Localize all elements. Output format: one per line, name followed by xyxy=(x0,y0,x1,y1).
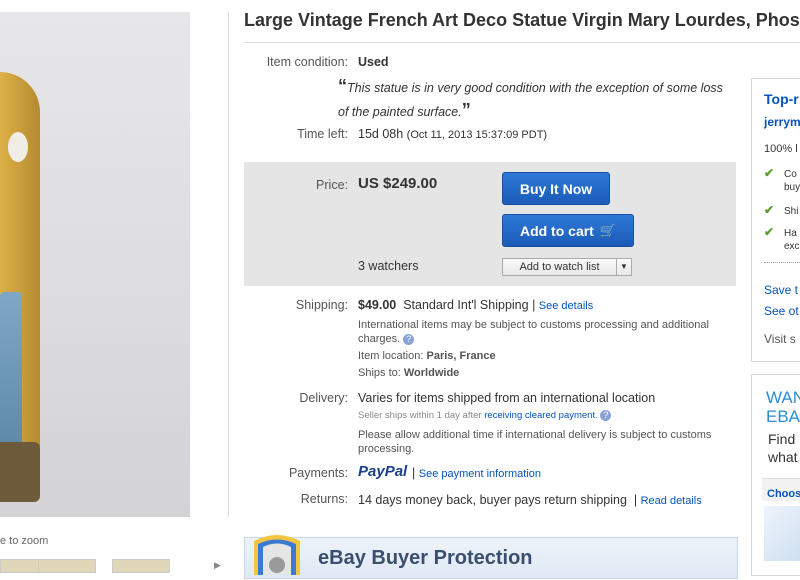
watchers-count: 3 watchers xyxy=(358,259,419,273)
handling-prefix: Seller ships within 1 day after xyxy=(358,410,482,421)
help-icon[interactable]: ? xyxy=(403,334,415,345)
item-title: Large Vintage French Art Deco Statue Vir… xyxy=(244,10,800,30)
read-details-link[interactable]: Read details xyxy=(641,495,702,507)
ad-subtext: Find what xyxy=(768,430,798,466)
seller-point-1: Co xyxy=(784,169,797,180)
photo-frame xyxy=(190,12,229,517)
seller-point-3: Ha xyxy=(784,228,797,239)
handling-time: Seller ships within 1 day after receivin… xyxy=(358,410,612,421)
condition-note-text: This statue is in very good condition wi… xyxy=(338,81,723,119)
see-other-items-link[interactable]: See ot xyxy=(764,304,799,318)
seller-name-link[interactable]: jerrym xyxy=(764,115,800,129)
add-to-cart-button[interactable]: Add to cart 🛒 xyxy=(502,214,634,247)
save-seller-link[interactable]: Save t xyxy=(764,283,798,297)
ad-line-3: Find xyxy=(768,431,796,447)
chevron-down-icon[interactable]: ▼ xyxy=(616,259,631,275)
check-icon: ✔ xyxy=(764,203,775,217)
shipping-cost: $49.00 xyxy=(358,298,397,312)
ad-line-2: EBA xyxy=(766,407,800,426)
time-left-duration: 15d 08h xyxy=(358,127,404,141)
seller-point-1b: buy xyxy=(784,182,800,193)
returns-separator: | xyxy=(633,493,638,507)
title-divider xyxy=(244,42,800,43)
zoom-hint: e to zoom xyxy=(0,535,49,547)
seller-feedback: 100% l xyxy=(764,143,798,155)
ad-headline: WAN EBA xyxy=(766,388,800,426)
ad-image xyxy=(764,506,800,561)
price-value: US $249.00 xyxy=(358,175,438,192)
statue-sash xyxy=(0,292,22,462)
item-location-label: Item location: xyxy=(358,350,424,362)
visit-store-link[interactable]: Visit s xyxy=(764,332,796,346)
shipping-service: Standard Int'l Shipping xyxy=(403,298,529,312)
shipping-label: Shipping: xyxy=(295,298,348,312)
payment-info: | See payment information xyxy=(412,466,541,480)
condition-note: “This statue is in very good condition w… xyxy=(338,75,734,123)
payments-label: Payments: xyxy=(288,466,348,480)
see-payment-information-link[interactable]: See payment information xyxy=(419,468,541,480)
time-left-label: Time left: xyxy=(297,127,348,141)
statue-detail xyxy=(8,132,28,162)
check-icon: ✔ xyxy=(764,166,775,180)
cleared-payment-link[interactable]: receiving cleared payment xyxy=(484,410,595,421)
customs-note: International items may be subject to cu… xyxy=(358,318,728,346)
delivery-label: Delivery: xyxy=(299,391,348,405)
paypal-logo: PayPal xyxy=(358,463,408,480)
statue-base xyxy=(0,442,40,502)
panel-divider xyxy=(764,262,800,263)
seller-point-3b: exc xyxy=(784,241,800,252)
delivery-note: Please allow additional time if internat… xyxy=(358,429,712,455)
top-rated-heading: Top-r xyxy=(764,91,799,107)
check-icon: ✔ xyxy=(764,225,775,239)
time-left-end: (Oct 11, 2013 15:37:09 PDT) xyxy=(406,129,548,141)
delivery-value: Varies for items shipped from an interna… xyxy=(358,391,656,405)
main-product-image[interactable] xyxy=(0,12,190,517)
payment-separator: | xyxy=(412,466,416,480)
watch-list-label: Add to watch list xyxy=(519,261,600,273)
returns-label: Returns: xyxy=(300,492,348,506)
shield-icon xyxy=(248,535,306,575)
handling-suffix: . xyxy=(595,410,598,421)
buyer-protection-title: eBay Buyer Protection xyxy=(318,547,533,569)
item-location: Item location: Paris, France xyxy=(358,350,496,362)
ships-to: Ships to: Worldwide xyxy=(358,367,459,379)
returns-policy: 14 days money back, buyer pays return sh… xyxy=(358,493,627,507)
ad-choose-link[interactable]: Choos xyxy=(767,488,800,500)
condition-value: Used xyxy=(358,55,389,69)
cart-icon: 🛒 xyxy=(599,222,617,238)
buy-it-now-button[interactable]: Buy It Now xyxy=(502,172,610,205)
price-label: Price: xyxy=(316,178,348,192)
seller-point-2: Shi xyxy=(784,206,799,217)
shipping-separator: | xyxy=(532,298,536,312)
condition-label: Item condition: xyxy=(266,55,348,69)
returns-value: 14 days money back, buyer pays return sh… xyxy=(358,492,728,509)
help-icon[interactable]: ? xyxy=(600,410,612,421)
thumbnail-2[interactable] xyxy=(38,559,96,573)
time-left-value: 15d 08h (Oct 11, 2013 15:37:09 PDT) xyxy=(358,127,547,141)
ships-to-label: Ships to: xyxy=(358,367,401,379)
item-location-value: Paris, France xyxy=(426,350,496,362)
ad-line-1: WAN xyxy=(766,388,800,407)
quote-open: “ xyxy=(338,76,347,96)
add-to-watch-list-button[interactable]: Add to watch list ▼ xyxy=(502,258,632,276)
thumbnail-3[interactable] xyxy=(112,559,170,573)
next-thumbnails-icon[interactable]: ▶ xyxy=(214,560,221,571)
add-to-cart-label: Add to cart xyxy=(519,222,594,239)
quote-close: ” xyxy=(461,100,471,120)
shipping-line: $49.00 Standard Int'l Shipping | See det… xyxy=(358,298,593,312)
ships-to-value: Worldwide xyxy=(403,367,460,379)
ad-line-4: what xyxy=(768,449,798,465)
shipping-see-details-link[interactable]: See details xyxy=(539,300,593,312)
